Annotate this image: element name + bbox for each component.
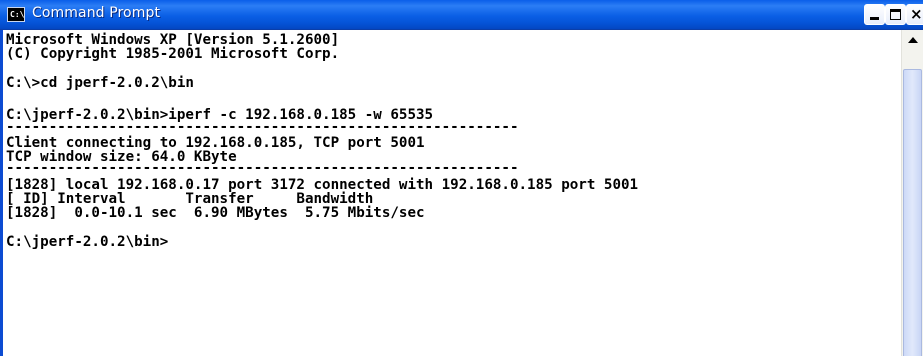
scroll-up-button[interactable] bbox=[903, 31, 922, 48]
app-icon-label: C:\ bbox=[10, 10, 25, 19]
maximize-icon bbox=[890, 9, 901, 20]
minimize-icon bbox=[870, 17, 879, 20]
console-line: Client connecting to 192.168.0.185, TCP … bbox=[6, 135, 425, 151]
command-prompt-icon[interactable]: C:\ bbox=[7, 7, 25, 22]
console-prompt: C:\jperf-2.0.2\bin> bbox=[6, 234, 169, 250]
vertical-scrollbar[interactable] bbox=[901, 30, 923, 356]
window-title: Command Prompt bbox=[32, 5, 161, 21]
console-output[interactable]: Microsoft Windows XP [Version 5.1.2600] … bbox=[0, 30, 901, 356]
console-separator: ----------------------------------------… bbox=[6, 160, 519, 176]
close-icon: × bbox=[910, 5, 923, 23]
console-line: C:\>cd jperf-2.0.2\bin bbox=[6, 75, 194, 91]
console-line: Microsoft Windows XP [Version 5.1.2600] bbox=[6, 32, 340, 48]
console-line: [1828] local 192.168.0.17 port 3172 conn… bbox=[6, 177, 639, 193]
scroll-thumb[interactable] bbox=[903, 69, 922, 356]
command-prompt-window: C:\ Command Prompt × Microsoft Windows X… bbox=[0, 0, 923, 356]
arrow-up-icon bbox=[908, 37, 918, 43]
close-button[interactable]: × bbox=[906, 4, 923, 25]
console-line: (C) Copyright 1985-2001 Microsoft Corp. bbox=[6, 46, 340, 62]
title-bar[interactable]: C:\ Command Prompt × bbox=[0, 0, 923, 30]
console-line: [ ID] Interval Transfer Bandwidth bbox=[6, 191, 374, 207]
console-separator: ----------------------------------------… bbox=[6, 119, 519, 135]
maximize-button[interactable] bbox=[885, 4, 906, 25]
console-line: [1828] 0.0-10.1 sec 6.90 MBytes 5.75 Mbi… bbox=[6, 205, 425, 221]
minimize-button[interactable] bbox=[864, 4, 885, 25]
